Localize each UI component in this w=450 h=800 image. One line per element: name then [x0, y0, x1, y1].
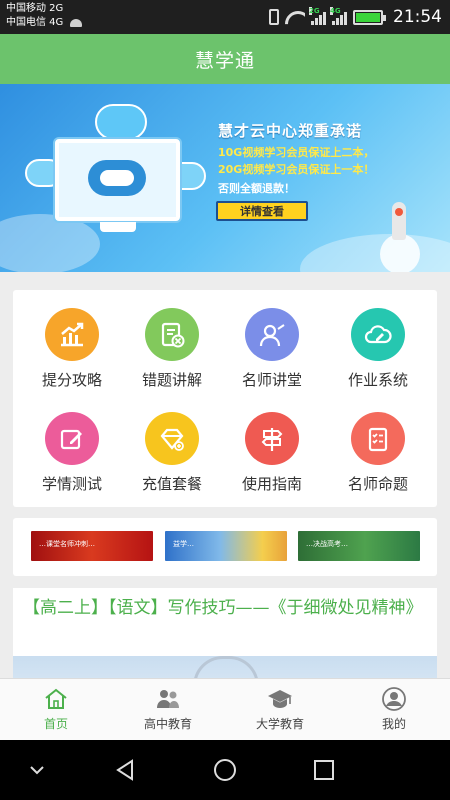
signal-icon: 4G [330, 7, 347, 25]
carrier-1-label: 中国移动 2G [6, 3, 64, 14]
promo-thumbnail[interactable]: …课堂名师冲刺… [31, 531, 153, 561]
bottom-tab-bar: 首页 高中教育 大学教育 我的 [0, 678, 450, 740]
monitor-stand [100, 222, 136, 232]
feature-label: 使用指南 [241, 475, 302, 493]
feature-label: 名师讲堂 [241, 371, 302, 389]
details-button[interactable]: 详情查看 [216, 201, 308, 221]
signal-tag: 4G [330, 7, 341, 15]
pencil-square-icon [45, 412, 99, 465]
feature-mistake-explain[interactable]: 错题讲解 [119, 290, 225, 390]
signal-tag: 2G [309, 7, 320, 15]
signal-icon: 2G [309, 7, 326, 25]
tab-home[interactable]: 首页 [0, 679, 112, 741]
recents-icon[interactable] [309, 755, 339, 785]
article-card[interactable]: 【高二上】【语文】写作技巧——《于细微处见精神》 [13, 588, 437, 683]
tab-label: 大学教育 [255, 717, 304, 731]
app-title: 慧学通 [194, 49, 255, 72]
tab-profile[interactable]: 我的 [338, 679, 450, 741]
banner-headline: 慧才云中心郑重承诺 [218, 122, 363, 140]
app-header: 慧学通 [0, 34, 450, 84]
feature-recharge-plan[interactable]: 充值套餐 [119, 394, 225, 494]
feature-learning-test[interactable]: 学情测试 [19, 394, 125, 494]
feature-teacher-questions[interactable]: 名师命题 [325, 394, 431, 494]
tab-label: 高中教育 [143, 717, 192, 731]
document-x-icon [145, 308, 199, 361]
feature-label: 作业系统 [347, 371, 408, 389]
feature-score-strategy[interactable]: 提分攻略 [19, 290, 125, 390]
users-cloud-icon [95, 104, 147, 140]
tab-label: 首页 [43, 717, 68, 731]
promo-thumbnail-caption: 益学… [173, 540, 194, 548]
banner-promise-line-1: 10G视频学习会员保证上二本， [218, 146, 375, 159]
promo-thumbnails: …课堂名师冲刺… 益学… …决战高考… [13, 518, 437, 576]
system-nav-bar [0, 740, 450, 800]
android-icon [70, 19, 83, 27]
tab-university[interactable]: 大学教育 [224, 679, 336, 741]
vibrate-icon [269, 9, 279, 25]
handshake-icon [88, 160, 146, 196]
signpost-icon [245, 412, 299, 465]
checklist-icon [351, 412, 405, 465]
promo-thumbnail-caption: …决战高考… [306, 540, 348, 548]
article-title[interactable]: 【高二上】【语文】写作技巧——《于细微处见精神》 [23, 596, 428, 621]
home-circle-icon[interactable] [210, 755, 240, 785]
banner-refund-text: 否则全额退款！ [218, 182, 295, 195]
tab-label: 我的 [381, 717, 406, 731]
feature-label: 学情测试 [41, 475, 102, 493]
cloud-edit-icon [351, 308, 405, 361]
diamond-plus-icon [145, 412, 199, 465]
promo-thumbnail[interactable]: …决战高考… [298, 531, 420, 561]
rocket-icon [392, 202, 406, 240]
feature-user-guide[interactable]: 使用指南 [219, 394, 325, 494]
cloud-decoration [300, 234, 450, 272]
status-bar: 中国移动 2G 中国电信 4G 2G 4G 21:54 [0, 0, 450, 34]
home-icon [45, 688, 67, 709]
cloud-decoration [0, 214, 100, 272]
tab-high-school[interactable]: 高中教育 [112, 679, 224, 741]
feature-label: 提分攻略 [41, 371, 102, 389]
people-icon [157, 690, 179, 708]
feature-label: 错题讲解 [141, 371, 202, 389]
banner-carousel[interactable]: 慧才云中心郑重承诺 10G视频学习会员保证上二本， 20G视频学习会员保证上一本… [0, 84, 450, 272]
promo-thumbnail-caption: …课堂名师冲刺… [39, 540, 95, 548]
teacher-icon [245, 308, 299, 361]
feature-homework-system[interactable]: 作业系统 [325, 290, 431, 390]
graduation-cap-icon [268, 690, 292, 708]
carrier-info: 中国移动 2G 中国电信 4G [6, 2, 83, 30]
back-icon[interactable] [110, 755, 140, 785]
chevron-down-icon[interactable] [22, 755, 52, 785]
battery-icon [353, 9, 386, 25]
clock: 21:54 [393, 7, 442, 27]
feature-famous-teacher[interactable]: 名师讲堂 [219, 290, 325, 390]
carrier-2-label: 中国电信 4G [6, 17, 64, 28]
user-icon [382, 687, 406, 711]
feature-grid: 提分攻略 错题讲解 名师讲堂 作业系统 学情测试 充值套餐 使用指南 名师命题 [13, 290, 437, 507]
banner-promise-line-2: 20G视频学习会员保证上一本！ [218, 163, 375, 176]
feature-label: 名师命题 [347, 475, 408, 493]
promo-thumbnail[interactable]: 益学… [165, 531, 287, 561]
wifi-icon [285, 9, 305, 25]
chart-up-icon [45, 308, 99, 361]
feature-label: 充值套餐 [141, 475, 202, 493]
